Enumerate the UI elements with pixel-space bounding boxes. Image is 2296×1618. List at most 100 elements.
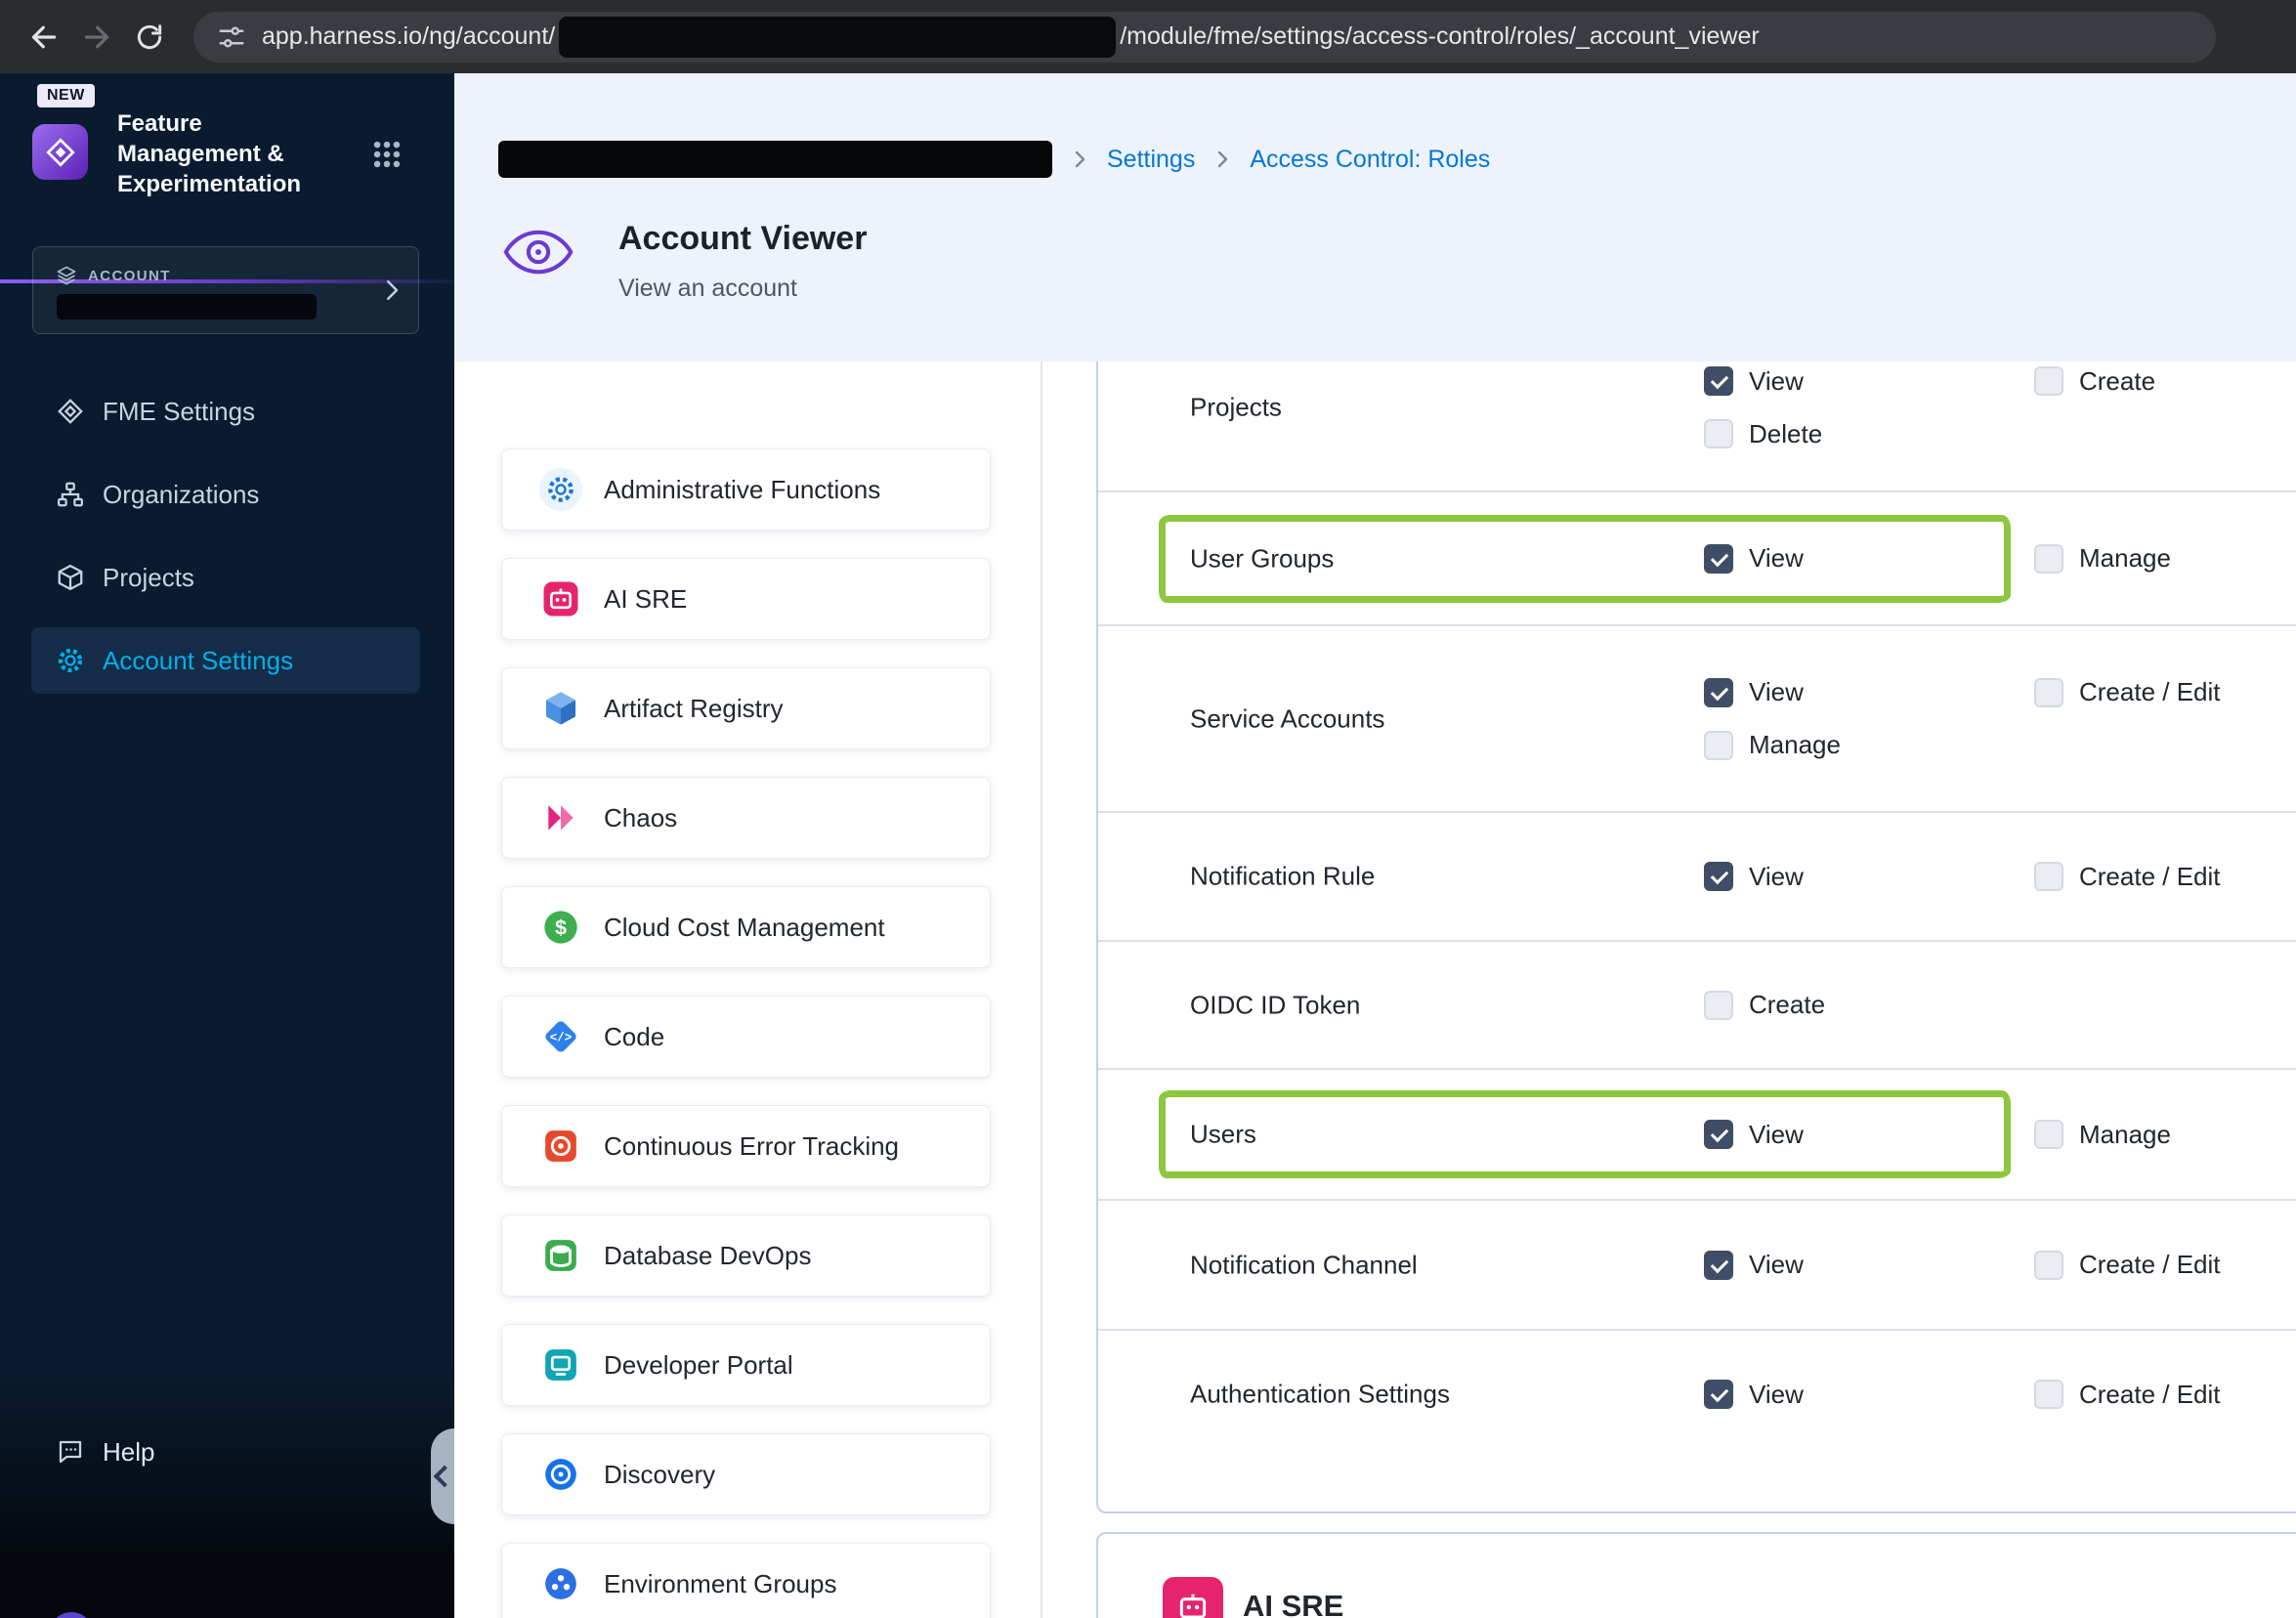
sidebar-item-organizations[interactable]: Organizations [31,461,420,528]
checkbox-authentication-settings-view[interactable] [1704,1380,1733,1409]
checkbox-user-groups-manage[interactable] [2034,543,2063,574]
checkbox-notification-channel-create-edit[interactable] [2034,1250,2063,1280]
resource-card-artifact-registry[interactable]: Artifact Registry [501,667,991,749]
checkbox-user-groups-view[interactable] [1704,543,1733,574]
checkbox-label: View [1749,1379,1804,1409]
checkbox-users-manage[interactable] [2034,1120,2063,1149]
checkbox-label: Create / Edit [2079,1379,2221,1409]
main-content: Administrative Functions AI SRE Artifact R… [454,362,2296,1618]
permissions-table: Projects View Delete Create User Groups View M… [1098,362,2296,1512]
checkbox-authentication-settings-create-edit[interactable] [2034,1380,2063,1409]
checkbox-service-accounts-view[interactable] [1704,677,1733,707]
permission-row-users: Users View Manage [1098,1068,2296,1199]
resource-label: Discovery [604,1459,716,1489]
checkbox-notification-rule-view[interactable] [1704,862,1733,891]
checkbox-oidc-id-token-create[interactable] [1704,990,1733,1020]
checkbox-service-accounts-manage[interactable] [1704,730,1733,760]
resource-label: Environment Groups [604,1568,837,1598]
next-section-card: AI SRE [1096,1532,2296,1618]
checkbox-projects-delete[interactable] [1704,419,1733,448]
sidebar: NEW Feature Management & Experimentation… [0,73,454,1618]
checkbox-label: View [1749,1250,1804,1279]
sidebar-collapse-handle[interactable] [431,1428,454,1524]
redacted-breadcrumb-root [498,141,1052,178]
breadcrumb-link-settings[interactable]: Settings [1107,146,1195,174]
redacted-account-name [57,294,317,319]
permission-resource-name: Users [1190,1119,1256,1149]
permission-resource-name: Authentication Settings [1190,1379,1450,1409]
checkbox-label: Create / Edit [2079,861,2221,891]
resource-card-chaos[interactable]: Chaos [501,777,991,859]
checkbox-service-accounts-create-edit[interactable] [2034,677,2063,707]
chevron-right-icon [377,276,406,310]
resource-label: Code [604,1021,665,1051]
permission-resource-name: OIDC ID Token [1190,990,1361,1019]
cloud-cost-management-icon: $ [539,906,582,949]
continuous-error-tracking-icon [539,1125,582,1168]
new-badge: NEW [37,84,95,107]
checkbox-projects-create[interactable] [2034,366,2063,396]
checkbox-notification-rule-create-edit[interactable] [2034,862,2063,891]
environment-groups-icon [539,1562,582,1605]
role-eye-icon [503,228,574,281]
permission-resource-name: Notification Rule [1190,861,1376,891]
checkbox-label: Create / Edit [2079,677,2221,706]
checkbox-notification-channel-view[interactable] [1704,1250,1733,1280]
resource-card-environment-groups[interactable]: Environment Groups [501,1543,991,1618]
resource-label: Developer Portal [604,1349,793,1380]
green-highlight-annotation [1159,1090,2011,1178]
breadcrumb-chevron-icon [1211,148,1234,171]
module-grid-icon[interactable] [370,138,404,176]
redacted-account-id [559,16,1117,58]
discovery-icon [539,1453,582,1496]
account-label: ACCOUNT [88,268,171,284]
checkbox-projects-view[interactable] [1704,366,1733,396]
resource-card-cloud-cost-management[interactable]: $ Cloud Cost Management [501,886,991,968]
help-chat-icon [56,1437,85,1467]
checkbox-label: Create / Edit [2079,1250,2221,1279]
layers-icon [55,264,78,292]
permissions-panel: Projects View Delete Create User Groups View M… [1096,362,2296,1513]
product-title: Feature Management & Experimentation [117,110,302,197]
permission-row-notification-rule: Notification Rule View Create / Edit [1098,811,2296,940]
account-selector[interactable]: ACCOUNT [32,246,419,334]
database-devops-icon [539,1234,582,1277]
site-settings-icon[interactable] [217,22,246,52]
administrative-functions-icon [539,468,582,511]
resource-card-database-devops[interactable]: Database DevOps [501,1214,991,1297]
ai-sre-icon [539,577,582,620]
organizations-icon [56,480,85,509]
resource-card-ai-sre[interactable]: AI SRE [501,558,991,640]
resource-label: Chaos [604,802,678,832]
next-section-title: AI SRE [1243,1589,1344,1618]
checkbox-users-view[interactable] [1704,1120,1733,1149]
fme-logo-icon [32,124,88,180]
permission-resource-name: User Groups [1190,543,1335,573]
help-label: Help [103,1436,155,1467]
help-button[interactable]: Help [31,1427,368,1476]
permission-row-projects: Projects View Delete Create [1098,362,2296,490]
resource-card-continuous-error-tracking[interactable]: Continuous Error Tracking [501,1105,991,1187]
sidebar-item-projects[interactable]: Projects [31,544,420,611]
permission-row-notification-channel: Notification Channel View Create / Edit [1098,1199,2296,1329]
checkbox-label: View [1749,543,1804,573]
breadcrumb-link-access-control-roles[interactable]: Access Control: Roles [1250,146,1490,174]
sidebar-item-account-settings[interactable]: Account Settings [31,627,420,694]
url-bar[interactable]: app.harness.io/ng/account/ /module/fme/s… [193,11,2216,63]
resource-card-code[interactable]: </> Code [501,996,991,1078]
checkbox-label: View [1749,365,1804,396]
forward-button[interactable] [70,11,123,64]
resource-label: Continuous Error Tracking [604,1130,900,1161]
permission-row-service-accounts: Service Accounts View Manage Create / Edit [1098,624,2296,811]
breadcrumb-chevron-icon [1068,148,1091,171]
resource-label: AI SRE [604,583,688,614]
account-settings-gear-icon [56,646,85,675]
resource-card-administrative-functions[interactable]: Administrative Functions [501,448,991,531]
resource-label: Cloud Cost Management [604,912,885,942]
back-button[interactable] [18,11,70,64]
resource-card-developer-portal[interactable]: Developer Portal [501,1324,991,1406]
sidebar-item-fme-settings[interactable]: FME Settings [31,378,420,445]
code-icon: </> [539,1015,582,1058]
reload-button[interactable] [123,11,176,64]
resource-card-discovery[interactable]: Discovery [501,1433,991,1515]
